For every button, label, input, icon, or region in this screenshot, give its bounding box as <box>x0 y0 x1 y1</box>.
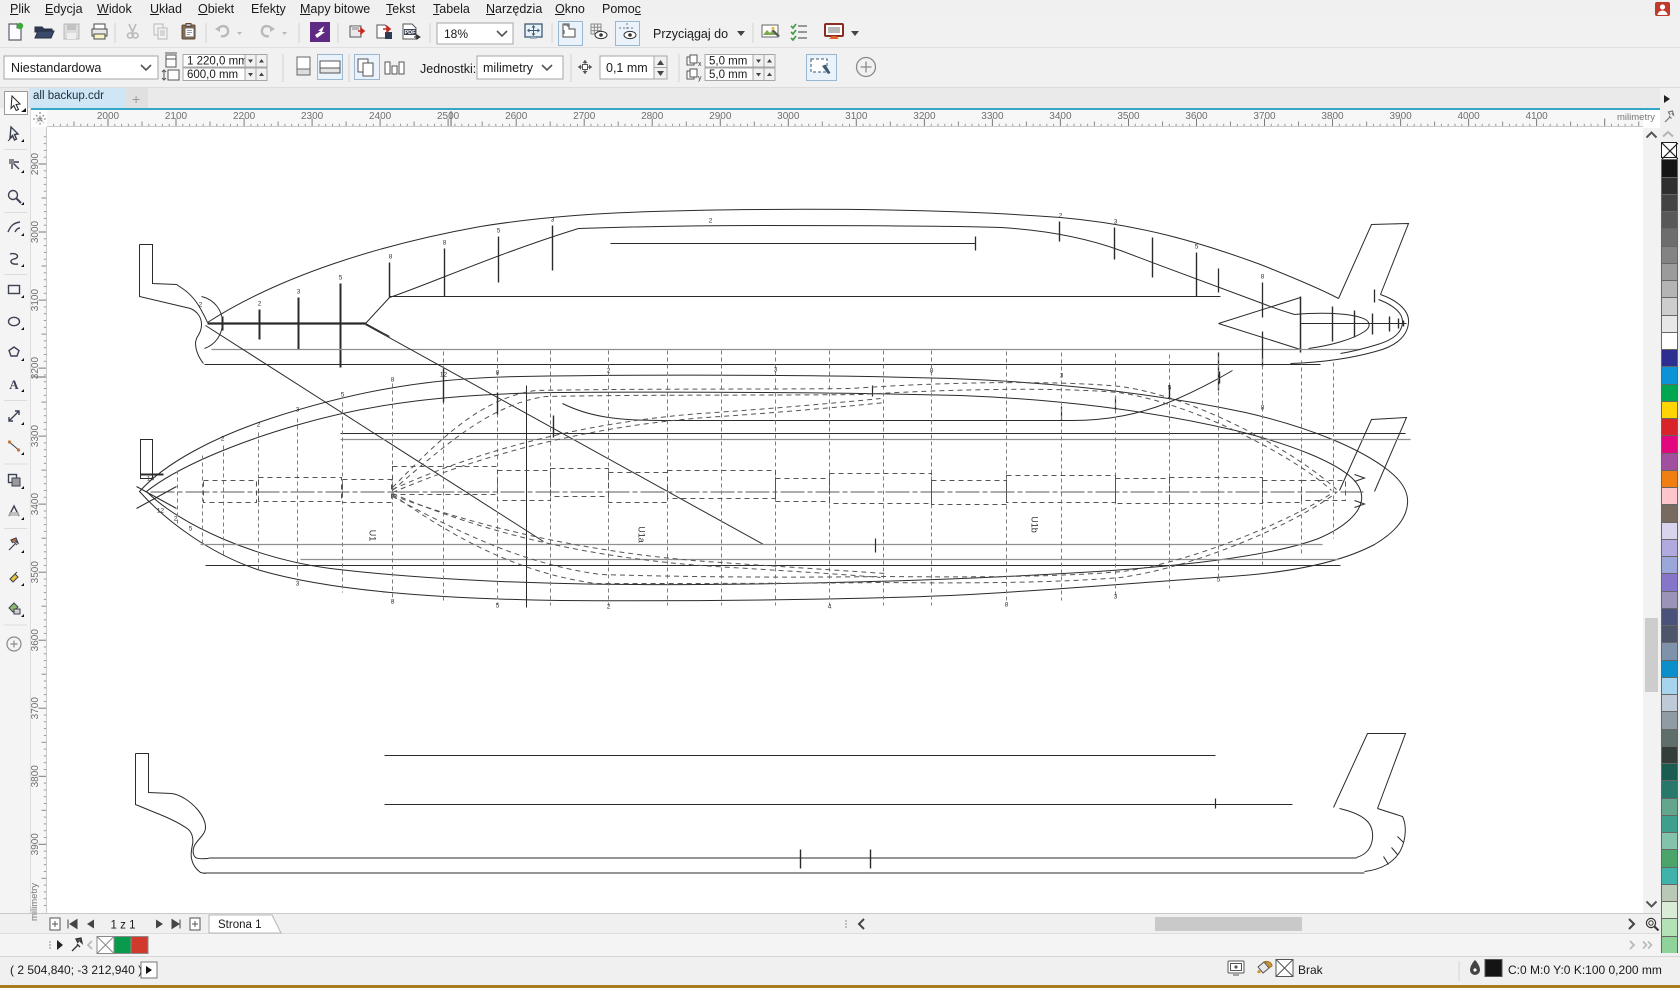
svg-text:2: 2 <box>258 301 262 308</box>
svg-text:14: 14 <box>147 476 155 483</box>
svg-text:3900: 3900 <box>1389 111 1412 122</box>
svg-text:2: 2 <box>607 368 611 375</box>
svg-text:8: 8 <box>1005 602 1009 609</box>
svg-text:3200: 3200 <box>913 111 936 122</box>
svg-text:2900: 2900 <box>709 111 732 122</box>
svg-text:8: 8 <box>389 254 393 261</box>
svg-text:5: 5 <box>1217 577 1221 584</box>
svg-text:Jednostki:: Jednostki: <box>420 62 476 76</box>
svg-text:3000: 3000 <box>777 111 800 122</box>
svg-text:4100: 4100 <box>1525 111 1548 122</box>
svg-text:Strona 1: Strona 1 <box>218 919 261 931</box>
svg-text:2400: 2400 <box>369 111 392 122</box>
svg-text:3200: 3200 <box>30 357 41 380</box>
svg-text:3100: 3100 <box>30 289 41 312</box>
svg-text:1 z 1: 1 z 1 <box>111 920 136 932</box>
svg-text:5,0 mm: 5,0 mm <box>709 69 747 81</box>
svg-text:2: 2 <box>1059 213 1063 220</box>
svg-text:3: 3 <box>1060 373 1064 380</box>
svg-text:milimetry: milimetry <box>29 883 40 921</box>
svg-text:3000: 3000 <box>30 220 41 243</box>
svg-text:3400: 3400 <box>30 493 41 516</box>
svg-text:3: 3 <box>551 217 555 224</box>
svg-text:3900: 3900 <box>30 833 41 856</box>
svg-text:1 220,0 mm: 1 220,0 mm <box>187 56 248 68</box>
svg-text:U1: U1 <box>368 530 378 542</box>
svg-text:milimetry: milimetry <box>483 61 534 75</box>
svg-text:2800: 2800 <box>641 111 664 122</box>
svg-text:milimetry: milimetry <box>1617 112 1655 123</box>
svg-text:3400: 3400 <box>1049 111 1072 122</box>
svg-text:5: 5 <box>341 392 345 399</box>
svg-text:2900: 2900 <box>30 152 41 175</box>
svg-text:4000: 4000 <box>1457 111 1480 122</box>
svg-text:U1a: U1a <box>637 526 647 543</box>
svg-text:2700: 2700 <box>573 111 596 122</box>
svg-text:12: 12 <box>440 372 448 379</box>
svg-text:Przyciągaj do: Przyciągaj do <box>653 27 728 41</box>
svg-text:5: 5 <box>1195 244 1199 251</box>
svg-text:3700: 3700 <box>1253 111 1276 122</box>
svg-text:3: 3 <box>774 367 778 374</box>
svg-text:C:0 M:0 Y:0 K:100 0,200 mm: C:0 M:0 Y:0 K:100 0,200 mm <box>1508 963 1662 977</box>
svg-text:8: 8 <box>391 599 395 606</box>
svg-text:2600: 2600 <box>505 111 528 122</box>
svg-text:18%: 18% <box>444 27 468 41</box>
svg-text:3300: 3300 <box>981 111 1004 122</box>
svg-text:8: 8 <box>1261 405 1265 412</box>
svg-text:12: 12 <box>157 508 165 515</box>
svg-text:2200: 2200 <box>233 111 256 122</box>
svg-text:5,0 mm: 5,0 mm <box>709 56 747 68</box>
svg-text:3: 3 <box>1114 594 1118 601</box>
svg-text:5: 5 <box>189 526 193 533</box>
svg-text:2: 2 <box>257 422 261 429</box>
svg-text:2: 2 <box>607 604 611 611</box>
svg-text:2100: 2100 <box>165 111 188 122</box>
svg-text:Brak: Brak <box>1298 963 1324 977</box>
svg-text:2: 2 <box>199 302 203 309</box>
svg-text:3800: 3800 <box>1321 111 1344 122</box>
svg-text:3500: 3500 <box>30 561 41 584</box>
svg-text:8: 8 <box>443 240 447 247</box>
svg-text:3: 3 <box>1114 219 1118 226</box>
svg-text:x: x <box>698 61 702 68</box>
svg-text:3: 3 <box>296 581 300 588</box>
svg-text:3800: 3800 <box>30 765 41 788</box>
svg-text:2: 2 <box>174 516 178 523</box>
svg-text:0,1 mm: 0,1 mm <box>606 61 648 75</box>
svg-text:3600: 3600 <box>30 629 41 652</box>
svg-text:5: 5 <box>339 275 343 282</box>
svg-text:8: 8 <box>391 377 395 384</box>
svg-text:5: 5 <box>1168 385 1172 392</box>
svg-text:Niestandardowa: Niestandardowa <box>11 61 101 75</box>
svg-text:8: 8 <box>496 370 500 377</box>
svg-text:600,0 mm: 600,0 mm <box>187 69 238 81</box>
svg-text:8: 8 <box>930 368 934 375</box>
svg-text:2: 2 <box>221 436 225 443</box>
svg-text:5: 5 <box>496 603 500 610</box>
svg-text:U1b: U1b <box>1030 516 1040 533</box>
svg-text:2500: 2500 <box>437 111 460 122</box>
svg-text:2000: 2000 <box>97 111 120 122</box>
svg-text:( 2 504,840; -3 212,940 ): ( 2 504,840; -3 212,940 ) <box>10 963 142 977</box>
svg-text:A: A <box>9 377 19 392</box>
svg-text:3700: 3700 <box>30 697 41 720</box>
svg-text:4: 4 <box>828 604 832 611</box>
svg-text:2300: 2300 <box>301 111 324 122</box>
svg-text:3: 3 <box>297 289 301 296</box>
svg-text:3: 3 <box>296 407 300 414</box>
svg-text:2: 2 <box>709 218 713 225</box>
svg-text:PDF: PDF <box>405 30 417 36</box>
svg-text:3300: 3300 <box>30 425 41 448</box>
svg-text:y: y <box>698 75 702 82</box>
svg-text:3500: 3500 <box>1117 111 1140 122</box>
svg-text:3100: 3100 <box>845 111 868 122</box>
svg-text:5: 5 <box>497 228 501 235</box>
svg-text:8: 8 <box>1261 274 1265 281</box>
svg-text:3600: 3600 <box>1185 111 1208 122</box>
